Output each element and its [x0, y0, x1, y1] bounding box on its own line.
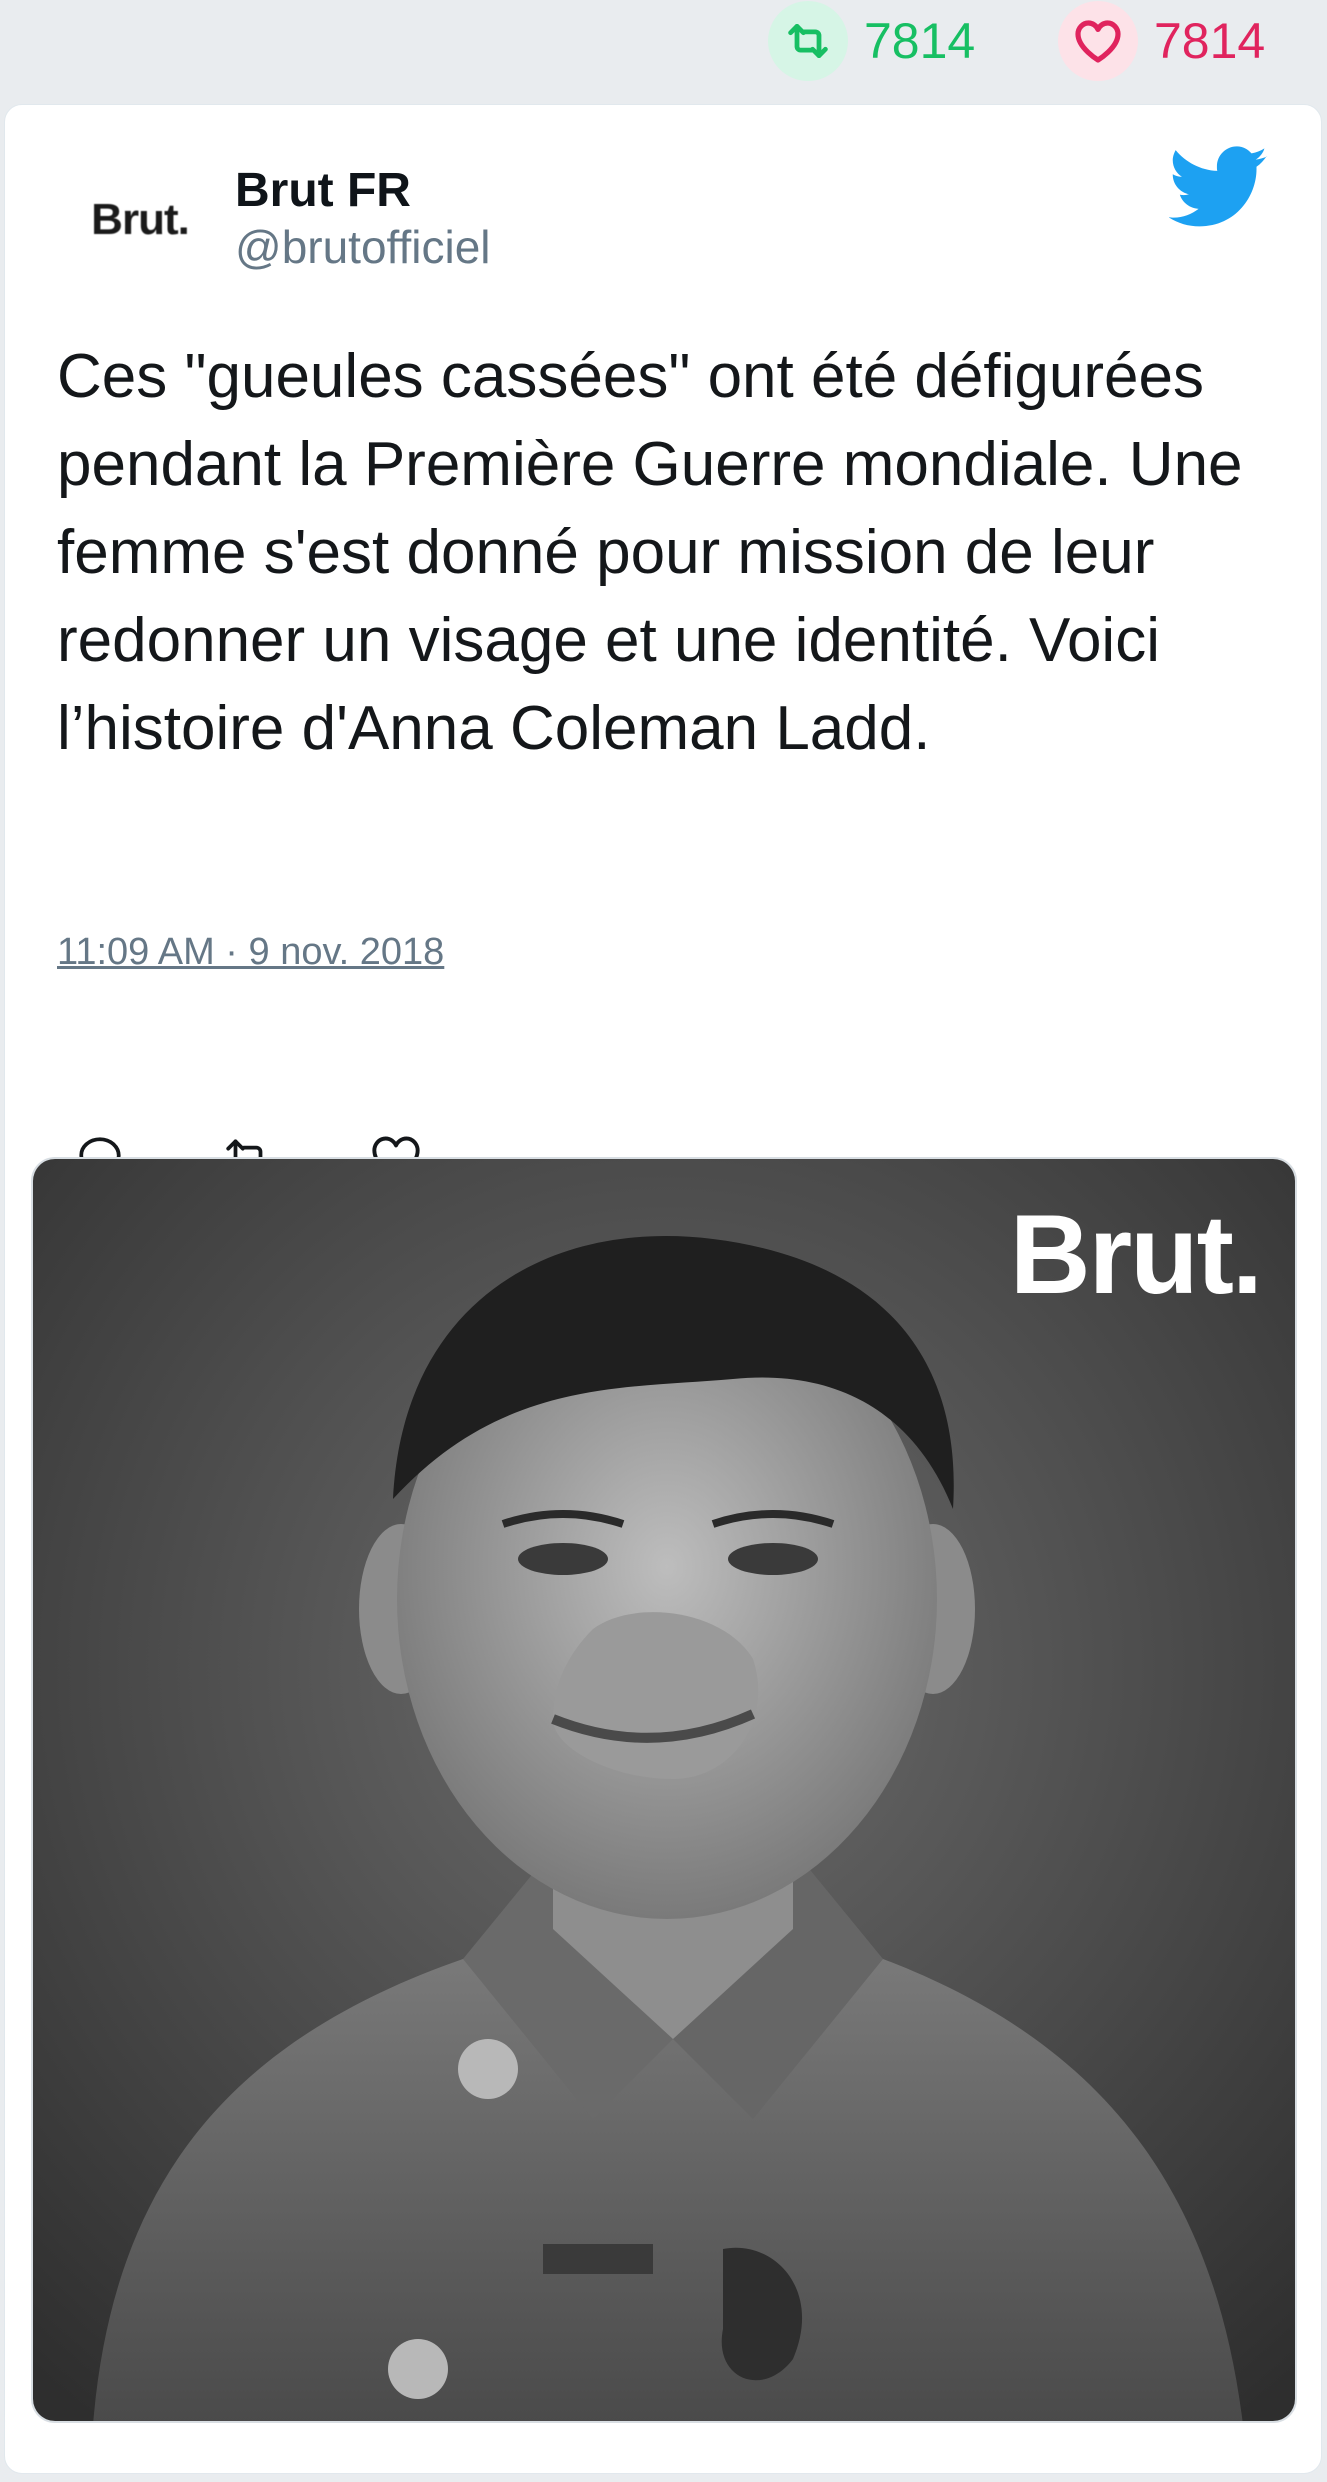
like-count: 7814: [1154, 13, 1266, 69]
tweet-text: Ces "gueules cassées" ont été défigurées…: [57, 342, 1243, 763]
retweet-icon[interactable]: [768, 1, 848, 81]
retweet-count: 7814: [864, 13, 976, 69]
author-info[interactable]: Brut FR @brutofficiel: [235, 163, 491, 275]
portrait-photo: [33, 1159, 1295, 2421]
avatar[interactable]: Brut.: [60, 165, 220, 275]
twitter-bird-icon[interactable]: [1168, 145, 1269, 231]
tweet-media-image[interactable]: Brut.: [31, 1157, 1297, 2423]
author-handle[interactable]: @brutofficiel: [235, 220, 491, 275]
author-name[interactable]: Brut FR: [235, 163, 491, 218]
retweet-stat[interactable]: 7814: [768, 0, 975, 82]
avatar-logo-text: Brut.: [91, 195, 190, 244]
heart-icon[interactable]: [1058, 1, 1138, 81]
tweet-timestamp[interactable]: 11:09 AM · 9 nov. 2018: [57, 931, 444, 974]
tweet-card: Brut. Brut FR @brutofficiel Ces "gueules…: [4, 104, 1322, 2474]
like-stat[interactable]: 7814: [1058, 0, 1265, 82]
brut-watermark: Brut.: [1009, 1192, 1263, 1317]
tweet-stats-bar: 7814 7814: [0, 0, 1327, 90]
